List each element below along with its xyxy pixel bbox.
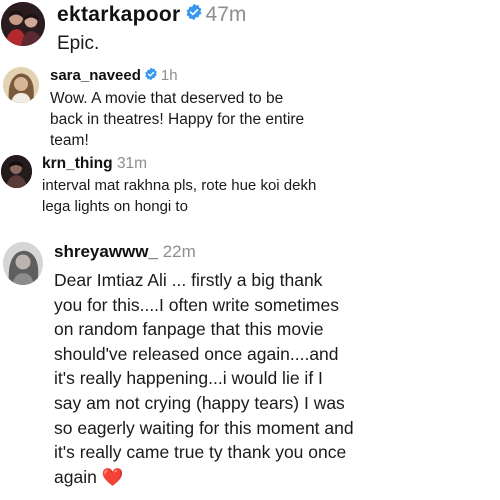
timestamp: 22m (162, 242, 196, 261)
timestamp: 1h (160, 67, 178, 84)
comment-text-content: Dear Imtiaz Ali ... firstly a big thank … (54, 270, 354, 487)
username[interactable]: krn_thing (42, 155, 113, 172)
comment-header: krn_thing 31m (42, 155, 147, 173)
username[interactable]: sara_naveed (50, 67, 141, 84)
user-avatar[interactable] (1, 155, 32, 188)
user-avatar[interactable] (3, 67, 39, 103)
avatar-image (3, 242, 43, 285)
comment-text: interval mat rakhna pls, rote hue koi de… (42, 177, 317, 215)
heart-icon: ❤️ (101, 466, 124, 487)
user-avatar[interactable] (1, 2, 45, 46)
avatar-image (3, 67, 39, 103)
comment-header: shreyawww_ 22m (54, 242, 196, 262)
comment-text: Epic. (57, 33, 100, 54)
avatar-image (1, 2, 45, 46)
timestamp: 31m (116, 155, 148, 172)
username[interactable]: ektarkapoor (57, 3, 181, 26)
verified-badge-icon (185, 3, 203, 27)
username[interactable]: shreyawww_ (54, 242, 158, 261)
comment-header: sara_naveed 1h (50, 67, 178, 85)
user-avatar[interactable] (3, 242, 43, 285)
comment-text: Wow. A movie that deserved to be back in… (50, 90, 305, 149)
timestamp: 47m (205, 3, 247, 26)
verified-badge-icon (144, 67, 158, 85)
avatar-image (1, 155, 32, 188)
comment-text: Dear Imtiaz Ali ... firstly a big thank … (54, 268, 354, 489)
comment-header: ektarkapoor 47m (57, 3, 246, 27)
